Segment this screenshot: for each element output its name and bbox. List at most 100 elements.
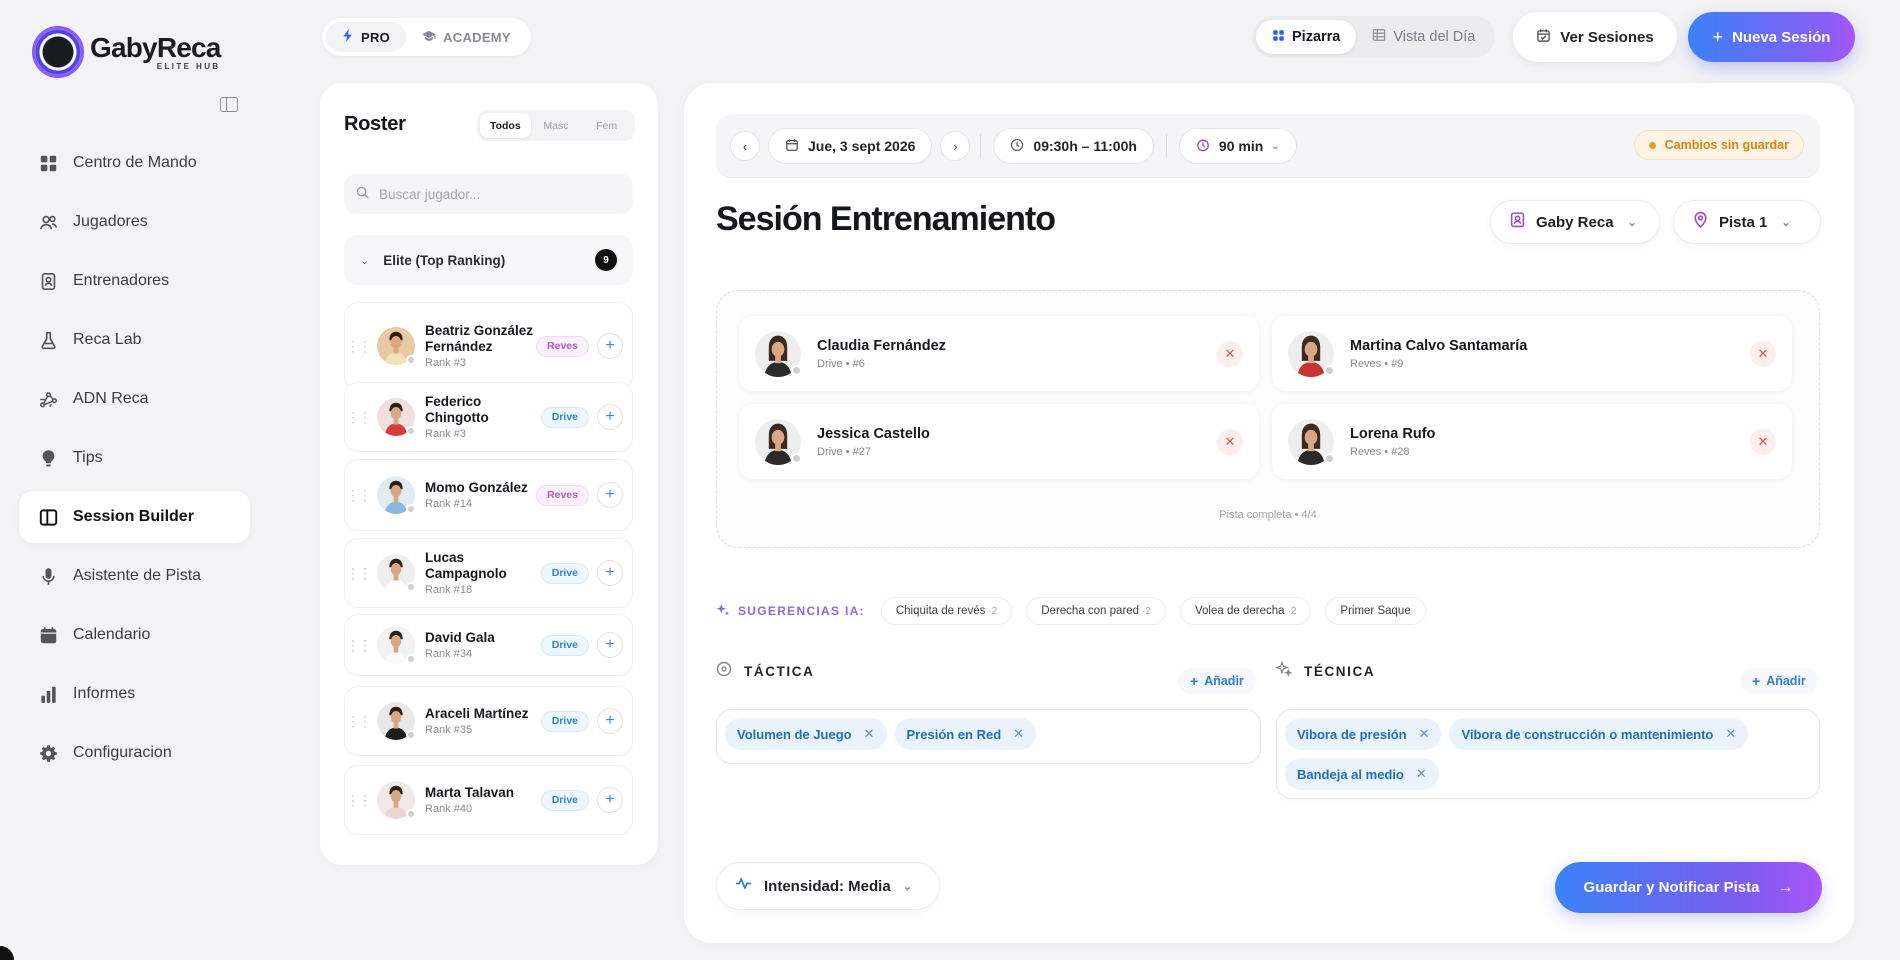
- court-player-card[interactable]: Jessica Castello Drive • #27 ✕: [739, 404, 1259, 479]
- sidebar-collapse-icon[interactable]: [220, 97, 238, 112]
- tecnica-title: TÉCNICA: [1304, 663, 1376, 679]
- brand-logo[interactable]: GabyReca ELITE HUB: [32, 26, 221, 78]
- add-player-button[interactable]: +: [597, 632, 623, 658]
- player-name: Lucas Campagnolo: [425, 550, 507, 581]
- roster-player-card[interactable]: ⋮⋮ Federico Chingotto Rank #3 Drive +: [344, 382, 633, 452]
- sidebar-item-informes[interactable]: Informes: [19, 668, 250, 720]
- court-player-card[interactable]: Martina Calvo Santamaría Reves • #9 ✕: [1272, 316, 1792, 391]
- add-player-button[interactable]: +: [597, 560, 623, 586]
- sidebar-item-asistente-de-pista[interactable]: Asistente de Pista: [19, 550, 250, 602]
- roster-player-card[interactable]: ⋮⋮ Marta Talavan Rank #40 Drive +: [344, 765, 633, 835]
- tactica-header: TÁCTICA: [716, 661, 814, 681]
- save-notify-button[interactable]: Guardar y Notificar Pista →: [1555, 862, 1822, 913]
- sidebar-item-entrenadores[interactable]: Entrenadores: [19, 255, 250, 307]
- drag-handle-icon[interactable]: ⋮⋮: [345, 338, 372, 355]
- court-player-card[interactable]: Claudia Fernández Drive • #6 ✕: [739, 316, 1259, 391]
- table-icon: [1372, 28, 1386, 46]
- sidebar-item-label: Centro de Mando: [73, 154, 197, 171]
- filter-masc[interactable]: Masc: [531, 113, 582, 138]
- suggestion-chip[interactable]: Primer Saque: [1325, 597, 1426, 625]
- add-player-button[interactable]: +: [597, 708, 623, 734]
- filter-todos[interactable]: Todos: [480, 113, 531, 138]
- close-icon[interactable]: ✕: [1725, 726, 1736, 742]
- session-title[interactable]: Sesión Entrenamiento: [716, 200, 1056, 239]
- unsaved-label: Cambios sin guardar: [1664, 138, 1789, 152]
- ver-sesiones-button[interactable]: Ver Sesiones: [1513, 12, 1677, 62]
- sidebar-nav: Centro de Mando Jugadores Entrenadores Reca…: [19, 137, 250, 786]
- filter-fem[interactable]: Fem: [581, 113, 632, 138]
- sidebar-item-tips[interactable]: Tips: [19, 432, 250, 484]
- drag-handle-icon[interactable]: ⋮⋮: [345, 713, 372, 730]
- suggestion-chip[interactable]: Derecha con pared ·2: [1026, 597, 1166, 625]
- graduation-cap-icon: [422, 30, 436, 45]
- sparkles-icon: [716, 603, 730, 620]
- date-picker[interactable]: Jue, 3 sept 2026: [768, 128, 933, 164]
- court-select[interactable]: Pista 1 ⌄: [1673, 200, 1821, 244]
- court-player-card[interactable]: Lorena Rufo Reves • #28 ✕: [1272, 404, 1792, 479]
- add-player-button[interactable]: +: [597, 787, 623, 813]
- prev-day-button[interactable]: ‹: [730, 131, 760, 161]
- search-input[interactable]: [379, 186, 619, 202]
- sidebar-item-label: Reca Lab: [73, 331, 142, 348]
- add-player-button[interactable]: +: [597, 482, 623, 508]
- bar-chart-icon: [39, 685, 58, 704]
- roster-player-card[interactable]: ⋮⋮ Beatriz González Fernández Rank #3 Reves…: [344, 302, 633, 390]
- sidebar-item-jugadores[interactable]: Jugadores: [19, 196, 250, 248]
- suggestion-chip[interactable]: Chiquita de revés ·2: [880, 597, 1013, 625]
- warning-dot-icon: [1648, 141, 1656, 149]
- tab-pizarra[interactable]: Pizarra: [1256, 20, 1357, 54]
- roster-group-header[interactable]: ⌄ Elite (Top Ranking) 9: [344, 235, 633, 285]
- coach-select[interactable]: Gaby Reca ⌄: [1490, 200, 1660, 244]
- remove-player-icon[interactable]: ✕: [1750, 429, 1776, 455]
- drag-handle-icon[interactable]: ⋮⋮: [345, 637, 372, 654]
- court-dropzone[interactable]: Pista completa • 4/4 Claudia Fernández Dr…: [716, 290, 1820, 548]
- roster-player-card[interactable]: ⋮⋮ Momo González Rank #14 Reves +: [344, 459, 633, 531]
- gear-icon: [39, 744, 58, 763]
- side-badge: Drive: [540, 562, 589, 584]
- drag-handle-icon[interactable]: ⋮⋮: [345, 565, 372, 582]
- close-icon[interactable]: ✕: [864, 726, 875, 742]
- duration-select[interactable]: 90 min ⌄: [1178, 128, 1297, 164]
- tab-pro[interactable]: PRO: [326, 22, 407, 52]
- tag-label: Vibora de presión: [1297, 726, 1407, 742]
- suggestion-chip[interactable]: Volea de derecha ·2: [1179, 597, 1312, 625]
- status-dot-icon: [406, 426, 416, 436]
- close-icon[interactable]: ✕: [1419, 726, 1430, 742]
- tab-vista-del-dia[interactable]: Vista del Día: [1356, 20, 1491, 54]
- remove-player-icon[interactable]: ✕: [1750, 341, 1776, 367]
- drag-handle-icon[interactable]: ⋮⋮: [345, 487, 372, 504]
- nueva-sesion-button[interactable]: + Nueva Sesión: [1688, 12, 1855, 62]
- drag-handle-icon[interactable]: ⋮⋮: [345, 792, 372, 809]
- add-player-button[interactable]: +: [597, 404, 623, 430]
- tab-academy[interactable]: ACADEMY: [406, 22, 527, 52]
- tactica-tag-box[interactable]: Volumen de Juego ✕ Presión en Red ✕: [716, 709, 1261, 764]
- remove-player-icon[interactable]: ✕: [1217, 341, 1243, 367]
- grid-icon: [39, 154, 58, 173]
- unsaved-badge: Cambios sin guardar: [1633, 130, 1804, 160]
- close-icon[interactable]: ✕: [1416, 766, 1427, 782]
- tecnica-tag-box[interactable]: Vibora de presión ✕ Vibora de construcción…: [1276, 709, 1820, 799]
- sidebar-item-calendario[interactable]: Calendario: [19, 609, 250, 661]
- roster-player-card[interactable]: ⋮⋮ David Gala Rank #34 Drive +: [344, 614, 633, 676]
- sidebar-item-configuracion[interactable]: Configuracion: [19, 727, 250, 779]
- sidebar-item-reca-lab[interactable]: Reca Lab: [19, 314, 250, 366]
- toolbar-divider: [980, 134, 982, 158]
- tecnica-add-button[interactable]: + Añadir: [1740, 668, 1818, 694]
- remove-player-icon[interactable]: ✕: [1217, 429, 1243, 455]
- suggestion-count: ·2: [1142, 605, 1151, 617]
- add-player-button[interactable]: +: [597, 333, 623, 359]
- plus-icon: +: [1752, 673, 1761, 689]
- sidebar-item-adn-reca[interactable]: ADN Reca: [19, 373, 250, 425]
- next-day-button[interactable]: ›: [940, 131, 971, 161]
- tactica-add-button[interactable]: + Añadir: [1178, 668, 1256, 694]
- tab-label: PRO: [361, 29, 391, 45]
- sidebar-item-session-builder[interactable]: Session Builder: [19, 491, 250, 543]
- sidebar-item-centro-de-mando[interactable]: Centro de Mando: [19, 137, 250, 189]
- roster-player-card[interactable]: ⋮⋮ Lucas Campagnolo Rank #18 Drive +: [344, 538, 633, 608]
- suggestion-label: Primer Saque: [1340, 605, 1411, 617]
- close-icon[interactable]: ✕: [1013, 726, 1024, 742]
- time-picker[interactable]: 09:30h – 11:00h: [993, 128, 1154, 164]
- intensity-select[interactable]: Intensidad: Media ⌄: [716, 862, 940, 910]
- roster-player-card[interactable]: ⋮⋮ Araceli Martínez Rank #35 Drive +: [344, 686, 633, 756]
- drag-handle-icon[interactable]: ⋮⋮: [345, 409, 372, 426]
